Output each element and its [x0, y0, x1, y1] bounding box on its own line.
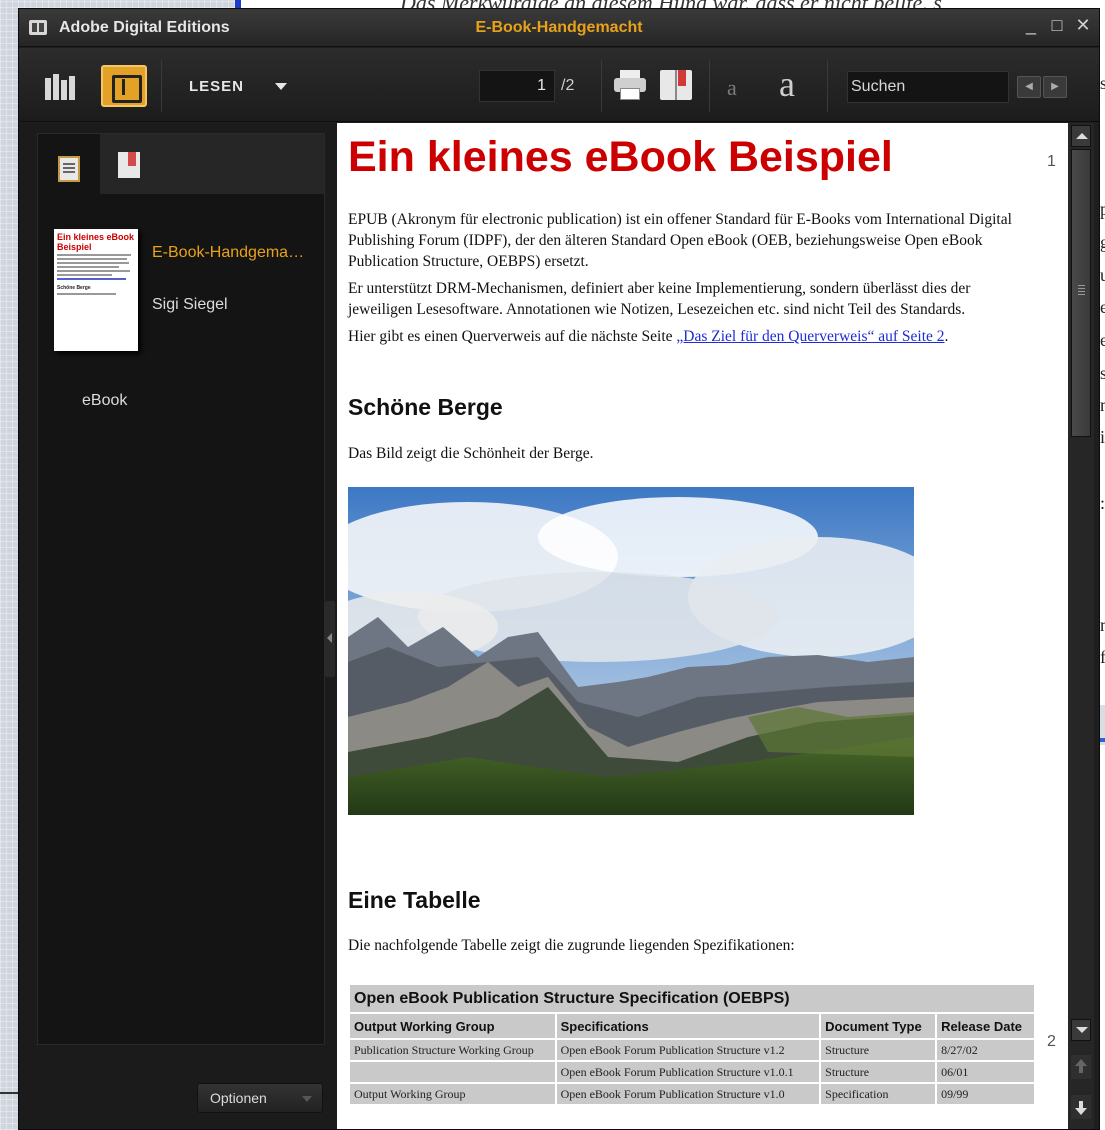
title-bar[interactable]: Adobe Digital Editions E-Book-Handgemach… — [19, 9, 1099, 47]
table-cell: 8/27/02 — [937, 1040, 1034, 1060]
table-header: Specifications — [556, 1014, 820, 1038]
toolbar-divider — [827, 60, 828, 112]
options-button[interactable]: Optionen — [197, 1083, 323, 1113]
background-edge-char: n — [1100, 615, 1105, 635]
book-cover-thumbnail[interactable]: Ein kleines eBook Beispiel Schöne Berge — [54, 229, 138, 351]
background-edge-char: f — [1100, 647, 1105, 667]
table-cell: Output Working Group — [350, 1084, 555, 1104]
background-bar-accent — [1100, 738, 1105, 742]
sidebar: Ein kleines eBook Beispiel Schöne Berge … — [19, 123, 337, 1129]
search-input[interactable]: Suchen — [847, 71, 1009, 103]
tab-table-of-contents[interactable] — [38, 134, 100, 194]
section-text-table: Die nachfolgende Tabelle zeigt die zugru… — [348, 937, 795, 954]
table-cell: Structure — [821, 1040, 936, 1060]
bookmark-icon — [118, 152, 140, 178]
page-total: /2 — [561, 77, 575, 94]
decrease-font-button[interactable]: a — [727, 75, 737, 101]
table-row: Output Working Group Open eBook Forum Pu… — [350, 1084, 1034, 1104]
background-edge-char: s — [1100, 73, 1105, 93]
background-edge-char: i — [1100, 427, 1105, 447]
table-of-contents-icon — [58, 156, 80, 182]
vertical-scrollbar[interactable] — [1068, 123, 1094, 1129]
tab-bookmarks[interactable] — [100, 134, 162, 194]
section-heading-mountains: Schöne Berge — [348, 394, 503, 420]
print-button[interactable] — [614, 70, 646, 100]
table-header-row: Output Working Group Specifications Docu… — [350, 1014, 1034, 1038]
book-author: Sigi Siegel — [152, 296, 228, 313]
toolbar: LESEN 1 /2 a a Suchen ◀ ▶ — [19, 48, 1099, 122]
reading-pane[interactable]: Ein kleines eBook Beispiel 1 EPUB (Akron… — [337, 123, 1068, 1129]
next-page-button[interactable] — [1071, 1095, 1091, 1119]
paragraph-drm: Er unterstützt DRM-Mechanismen, definier… — [348, 280, 971, 318]
app-window: Adobe Digital Editions E-Book-Handgemach… — [18, 8, 1100, 1130]
crossref-link[interactable]: „Das Ziel für den Querverweis“ auf Seite… — [676, 328, 944, 345]
background-edge-char: : — [1100, 493, 1105, 513]
paragraph-crossref: Hier gibt es einen Querverweis auf die n… — [348, 328, 949, 345]
section-text-mountains: Das Bild zeigt die Schönheit der Berge. — [348, 445, 594, 462]
table-header: Release Date — [937, 1014, 1034, 1038]
scroll-thumb[interactable] — [1071, 149, 1091, 437]
scroll-up-button[interactable] — [1071, 125, 1091, 147]
table-cell: Open eBook Forum Publication Structure v… — [556, 1084, 820, 1104]
background-edge-char: p — [1100, 199, 1105, 219]
toolbar-divider — [601, 60, 602, 112]
scroll-down-button[interactable] — [1071, 1019, 1091, 1041]
background-edge-char: s — [1100, 363, 1105, 383]
background-edge-char: g — [1100, 232, 1105, 252]
increase-font-button[interactable]: a — [779, 63, 795, 105]
table-row: Publication Structure Working Group Open… — [350, 1040, 1034, 1060]
search-previous-button[interactable]: ◀ — [1017, 76, 1041, 98]
search-next-button[interactable]: ▶ — [1043, 76, 1067, 98]
minimize-button[interactable]: _ — [1023, 15, 1039, 36]
table-cell: 09/99 — [937, 1084, 1034, 1104]
section-heading-table: Eine Tabelle — [348, 887, 481, 913]
page-number-1: 1 — [1047, 153, 1056, 170]
table-header: Document Type — [821, 1014, 936, 1038]
sidebar-collapse-handle[interactable] — [325, 601, 335, 677]
table-cell: Publication Structure Working Group — [350, 1040, 555, 1060]
library-view-button[interactable] — [43, 70, 83, 104]
background-edge-char: e — [1100, 330, 1105, 350]
thumbnail-title: Ein kleines eBook Beispiel — [57, 232, 135, 252]
table-cell: Structure — [821, 1062, 936, 1082]
table-header: Output Working Group — [350, 1014, 555, 1038]
table-caption: Open eBook Publication Structure Specifi… — [350, 985, 1034, 1012]
background-edge-char: u — [1100, 265, 1105, 285]
spec-table: Open eBook Publication Structure Specifi… — [348, 983, 1036, 1106]
table-cell: Specification — [821, 1084, 936, 1104]
book-title[interactable]: E-Book-Handgema… — [152, 244, 304, 262]
background-edge-char: n — [1100, 395, 1105, 415]
page-number-input[interactable]: 1 — [479, 70, 555, 102]
reading-view-button[interactable] — [101, 65, 147, 107]
toolbar-divider — [161, 60, 162, 112]
paragraph-epub: EPUB (Akronym für electronic publication… — [348, 211, 1012, 270]
table-cell: Open eBook Forum Publication Structure v… — [556, 1062, 820, 1082]
previous-page-button[interactable] — [1071, 1055, 1091, 1079]
sidebar-panel: Ein kleines eBook Beispiel Schöne Berge … — [37, 133, 325, 1045]
table-cell: Open eBook Forum Publication Structure v… — [556, 1040, 820, 1060]
sidebar-tabs — [38, 134, 324, 194]
page-number-2: 2 — [1047, 1033, 1056, 1050]
toolbar-divider — [709, 60, 710, 112]
table-row: Open eBook Forum Publication Structure v… — [350, 1062, 1034, 1082]
background-edge-char: e — [1100, 297, 1105, 317]
table-cell — [350, 1062, 555, 1082]
book-type: eBook — [82, 392, 128, 409]
close-button[interactable]: ✕ — [1075, 15, 1091, 36]
window-controls: _ □ ✕ — [1023, 15, 1091, 36]
bookmark-button[interactable] — [660, 70, 692, 100]
table-cell: 06/01 — [937, 1062, 1034, 1082]
view-mode-label[interactable]: LESEN — [189, 78, 244, 95]
mountain-photo — [348, 487, 914, 815]
chevron-down-icon[interactable] — [275, 83, 287, 90]
document-title: E-Book-Handgemacht — [475, 19, 643, 36]
maximize-button[interactable]: □ — [1049, 15, 1065, 36]
thumbnail-heading: Schöne Berge — [57, 285, 91, 291]
book-heading: Ein kleines eBook Beispiel — [348, 133, 893, 181]
